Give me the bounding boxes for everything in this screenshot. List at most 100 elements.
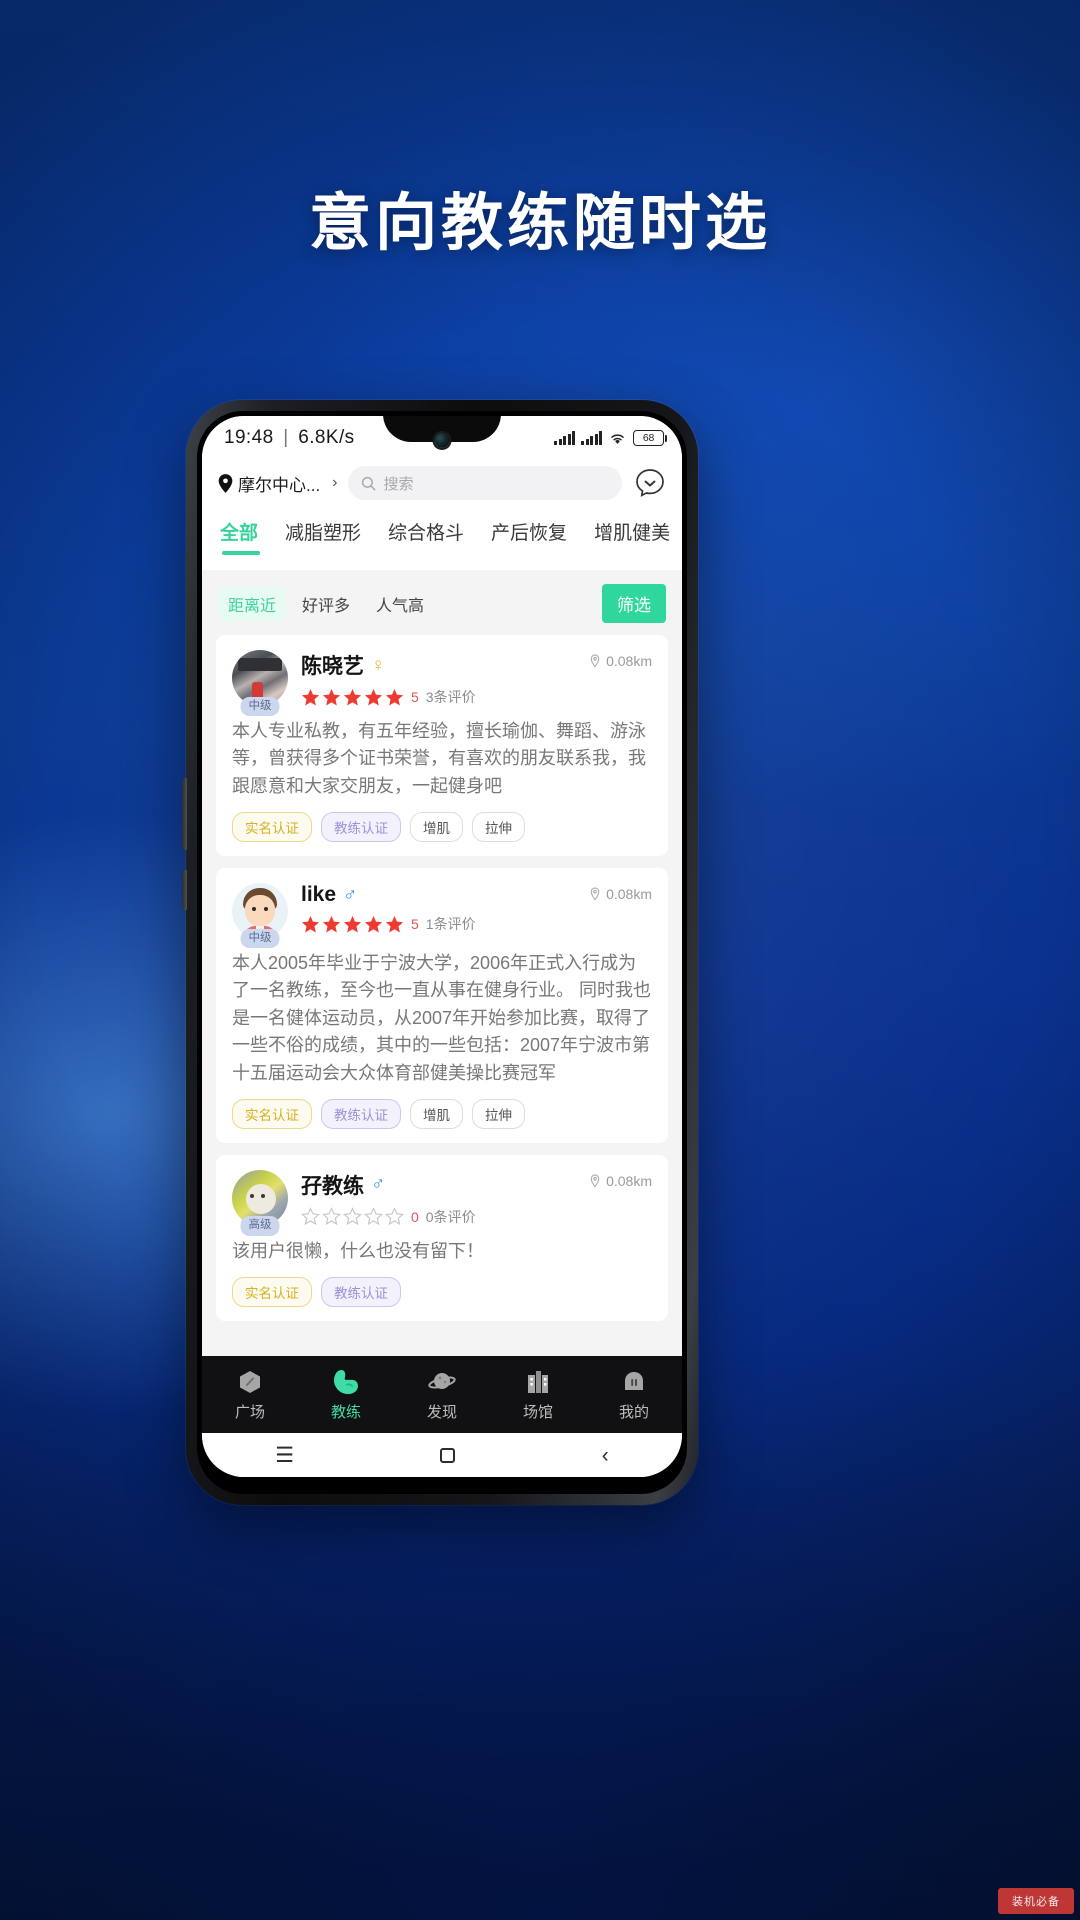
sort-chip-popularity[interactable]: 人气高 xyxy=(366,587,434,621)
tag-real-name: 实名认证 xyxy=(232,812,312,843)
status-bar-text: 19:48 | 6.8K/s xyxy=(224,427,355,449)
avatar-wrapper[interactable]: 高级 xyxy=(232,1169,288,1236)
android-nav-bar[interactable]: ☰ ‹ xyxy=(202,1433,682,1477)
star-filled-icon xyxy=(322,688,341,705)
home-square-icon[interactable] xyxy=(440,1447,456,1463)
location-pin-icon xyxy=(590,887,600,901)
coach-card[interactable]: 0.08km 高级 孖教练 ♂ 0 0条评价 该用户很懒，什么也没有留下！ 实名… xyxy=(216,1154,668,1322)
app-topbar: 摩尔中心... › 搜索 xyxy=(202,460,682,512)
map-pin-icon xyxy=(218,473,233,493)
rating-score: 5 xyxy=(411,916,419,933)
search-placeholder: 搜索 xyxy=(383,475,414,493)
status-bar: 19:48 | 6.8K/s 68 xyxy=(202,416,682,460)
level-badge: 中级 xyxy=(240,696,280,716)
filter-button[interactable]: 筛选 xyxy=(602,584,666,623)
chevron-right-icon[interactable]: › xyxy=(332,474,337,492)
tag-coach-cert: 教练认证 xyxy=(321,1098,401,1129)
poster-headline: 意向教练随时选 xyxy=(308,186,771,259)
star-filled-icon xyxy=(364,688,383,705)
phone-volume-button xyxy=(182,778,187,850)
coach-tags: 实名认证 教练认证 xyxy=(232,1277,652,1308)
distance-value: 0.08km xyxy=(606,1172,652,1189)
star-filled-icon xyxy=(364,915,383,933)
tag-skill: 增肌 xyxy=(410,812,463,843)
coach-card[interactable]: 0.08km 中级 陈晓艺 ♀ 5 3条评价 本人专业私教，有五年经验，擅长瑜伽… xyxy=(216,635,668,857)
coach-card[interactable]: 0.08km 中级 like ♂ 5 1条评价 本人2005年毕业于宁波大学，2… xyxy=(216,868,668,1143)
avatar-wrapper[interactable]: 中级 xyxy=(232,883,288,949)
chat-bubble-icon[interactable] xyxy=(634,467,666,499)
star-empty-icon xyxy=(385,1207,404,1226)
star-filled-icon xyxy=(301,915,320,933)
phone-mockup: 19:48 | 6.8K/s 68 摩尔中心... › 搜索 全部 减脂塑形 综… xyxy=(182,400,698,1505)
rating-row: 0 0条评价 xyxy=(301,1207,652,1227)
sort-chip-distance[interactable]: 距离近 xyxy=(218,586,287,621)
tag-skill: 拉伸 xyxy=(472,1098,525,1129)
tab-label: 全部 xyxy=(220,523,259,544)
battery-level: 68 xyxy=(642,432,655,444)
star-rating xyxy=(301,915,404,934)
tag-real-name: 实名认证 xyxy=(232,1277,312,1308)
level-badge: 中级 xyxy=(240,928,280,949)
battery-icon: 68 xyxy=(633,430,668,446)
star-filled-icon xyxy=(301,688,320,705)
sort-chip-rating[interactable]: 好评多 xyxy=(292,587,360,621)
distance-value: 0.08km xyxy=(606,653,652,669)
tabbar-item-venue[interactable]: 场馆 xyxy=(490,1367,586,1422)
avatar-wrapper[interactable]: 中级 xyxy=(232,650,288,716)
distance-label: 0.08km xyxy=(588,653,652,669)
coach-list[interactable]: 距离近 好评多 人气高 筛选 0.08km 中级 陈晓艺 ♀ 5 3条评价 本人… xyxy=(202,570,682,1345)
tag-coach-cert: 教练认证 xyxy=(321,812,401,843)
tab-label: 减脂塑形 xyxy=(285,523,362,544)
muscle-arm-icon xyxy=(332,1367,360,1397)
star-empty-icon xyxy=(322,1207,341,1226)
tag-real-name: 实名认证 xyxy=(232,1098,312,1129)
status-bar-icons: 68 xyxy=(554,416,668,460)
back-chevron-icon[interactable]: ‹ xyxy=(602,1445,609,1466)
bottom-tab-bar[interactable]: 广场 教练 发现 场馆 我的 xyxy=(202,1356,682,1433)
tabbar-item-discover[interactable]: 发现 xyxy=(394,1367,490,1422)
plaza-icon xyxy=(237,1367,263,1397)
gender-female-icon: ♀ xyxy=(371,654,386,676)
star-filled-icon xyxy=(385,915,404,933)
wifi-icon xyxy=(611,433,624,444)
tab-fatloss[interactable]: 减脂塑形 xyxy=(285,518,361,555)
tab-postpartum[interactable]: 产后恢复 xyxy=(491,518,567,555)
signal-icon xyxy=(554,431,575,445)
phone-screen: 19:48 | 6.8K/s 68 摩尔中心... › 搜索 全部 减脂塑形 综… xyxy=(202,416,682,1477)
watermark: 装机必备 xyxy=(998,1888,1074,1914)
tab-muscle[interactable]: 增肌健美 xyxy=(594,518,670,555)
distance-value: 0.08km xyxy=(606,886,652,903)
menu-icon[interactable]: ☰ xyxy=(275,1445,294,1466)
coach-description: 本人2005年毕业于宁波大学，2006年正式入行成为了一名教练，至今也一直从事在… xyxy=(232,953,651,1083)
rating-score: 5 xyxy=(411,689,419,705)
tabbar-item-profile[interactable]: 我的 xyxy=(586,1367,682,1422)
star-filled-icon xyxy=(385,688,404,705)
location-selector[interactable]: 摩尔中心... xyxy=(218,471,320,496)
coach-tags: 实名认证 教练认证 增肌 拉伸 xyxy=(232,1098,652,1129)
phone-power-button xyxy=(182,870,187,910)
category-tab-bar[interactable]: 全部 减脂塑形 综合格斗 产后恢复 增肌健美 xyxy=(202,512,682,570)
tabbar-item-plaza[interactable]: 广场 xyxy=(202,1367,298,1422)
signal-icon xyxy=(581,431,602,445)
tab-mma[interactable]: 综合格斗 xyxy=(388,518,464,555)
level-badge: 高级 xyxy=(240,1216,280,1236)
tab-label: 增肌健美 xyxy=(594,523,671,544)
profile-icon xyxy=(621,1367,647,1397)
coach-description: 该用户很懒，什么也没有留下！ xyxy=(232,1240,484,1261)
gender-male-icon: ♂ xyxy=(343,884,358,906)
coach-description: 本人专业私教，有五年经验，擅长瑜伽、舞蹈、游泳等，曾获得多个证书荣誉，有喜欢的朋… xyxy=(232,721,646,796)
rating-score: 0 xyxy=(411,1208,419,1225)
star-rating xyxy=(301,1207,404,1226)
tab-all[interactable]: 全部 xyxy=(220,518,261,555)
star-empty-icon xyxy=(301,1207,320,1226)
coach-name: 孖教练 xyxy=(301,1174,364,1198)
review-count: 3条评价 xyxy=(425,689,476,705)
coach-name: 陈晓艺 xyxy=(301,655,364,678)
tabbar-label: 发现 xyxy=(426,1404,457,1421)
star-rating xyxy=(301,688,404,707)
building-icon xyxy=(525,1367,551,1397)
review-count: 1条评价 xyxy=(425,916,476,933)
distance-label: 0.08km xyxy=(588,886,652,902)
search-input[interactable]: 搜索 xyxy=(347,466,622,500)
tabbar-item-coach[interactable]: 教练 xyxy=(298,1367,394,1422)
